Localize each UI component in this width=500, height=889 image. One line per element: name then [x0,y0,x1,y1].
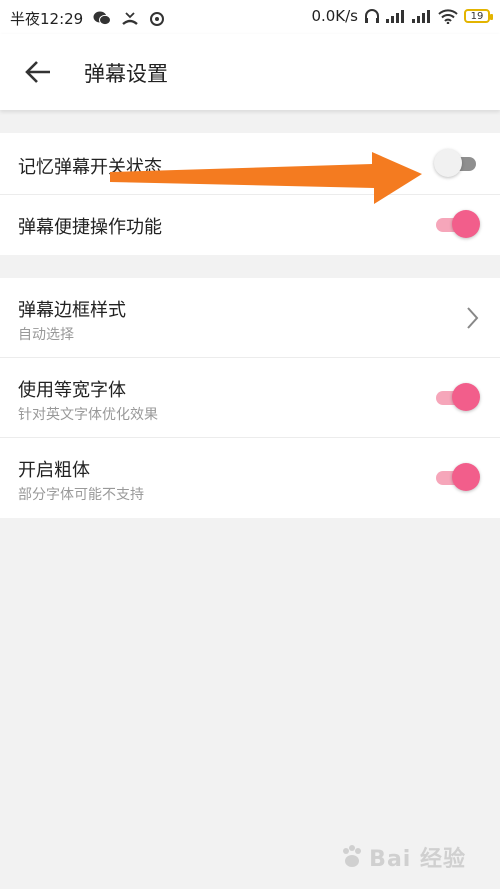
setting-title: 记忆弹幕开关状态 [18,157,162,178]
setting-row-bold-font[interactable]: 开启粗体 部分字体可能不支持 [0,438,500,518]
paw-icon [343,845,362,867]
setting-row-remember-danmaku-state[interactable]: 记忆弹幕开关状态 [0,133,500,195]
chevron-right-icon[interactable] [464,306,480,330]
status-time: 半夜12:29 [10,10,84,28]
baidu-watermark: Bai 经验 [339,841,466,873]
page-title: 弹幕设置 [84,62,168,86]
battery-icon: 19 [464,9,493,23]
message-icon [149,11,165,27]
missed-call-icon [121,11,139,27]
setting-subtitle: 部分字体可能不支持 [18,487,144,503]
settings-group-2: 弹幕边框样式 自动选择 使用等宽字体 针对英文字体优化效果 开启粗体 部分字体可… [0,278,500,518]
watermark-text: Bai 经验 [369,847,466,872]
headphone-icon [364,8,380,24]
setting-subtitle: 自动选择 [18,327,74,343]
setting-title: 弹幕边框样式 [18,300,126,321]
toggle-bold-font[interactable] [434,463,480,493]
status-bar: 半夜12:29 0.0K/s 19 [0,0,500,34]
setting-row-danmaku-quick-actions[interactable]: 弹幕便捷操作功能 [0,195,500,255]
setting-subtitle: 针对英文字体优化效果 [18,407,158,423]
settings-group-1: 记忆弹幕开关状态 弹幕便捷操作功能 [0,133,500,255]
setting-row-monospace-font[interactable]: 使用等宽字体 针对英文字体优化效果 [0,358,500,438]
toggle-monospace-font[interactable] [434,383,480,413]
setting-title: 使用等宽字体 [18,380,126,401]
setting-title: 弹幕便捷操作功能 [18,217,162,238]
network-speed: 0.0K/s [311,7,358,25]
toggle-remember-danmaku-state[interactable] [434,149,480,179]
app-bar: 弹幕设置 [0,34,500,110]
signal-icon-2 [412,9,432,23]
setting-title: 开启粗体 [18,460,90,481]
back-button[interactable] [18,54,58,90]
signal-icon [386,9,406,23]
setting-row-danmaku-border-style[interactable]: 弹幕边框样式 自动选择 [0,278,500,358]
arrow-left-icon [25,61,50,83]
toggle-danmaku-quick-actions[interactable] [434,210,480,240]
wechat-icon [93,11,112,26]
wifi-icon [438,8,458,24]
